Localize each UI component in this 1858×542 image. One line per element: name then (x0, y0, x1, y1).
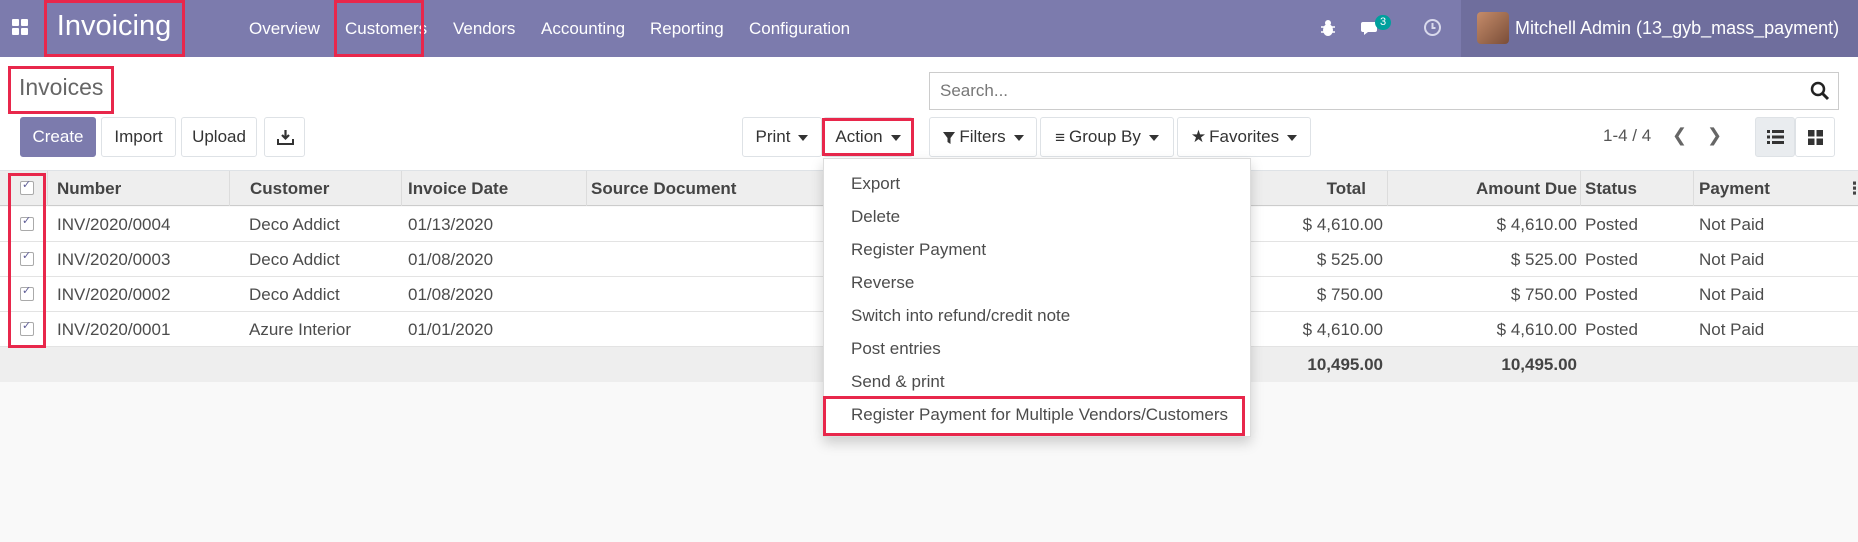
cell-status: Posted (1585, 250, 1638, 269)
cell-amount-due: $ 4,610.00 (1496, 320, 1577, 339)
row-checkbox[interactable] (20, 249, 34, 266)
header-status[interactable]: Status (1585, 171, 1637, 206)
cell-date: 01/01/2020 (408, 320, 494, 339)
cell-payment: Not Paid (1699, 250, 1765, 269)
cell-amount-due: $ 750.00 (1510, 285, 1577, 304)
filter-icon (943, 131, 956, 144)
menu-item-register-payment-multiple[interactable]: Register Payment for Multiple Vendors/Cu… (851, 398, 1228, 431)
cell-number: INV/2020/0004 (57, 215, 171, 234)
cell-date: 01/08/2020 (408, 285, 494, 304)
cell-number: INV/2020/0001 (57, 320, 171, 339)
favorites-button[interactable]: ★ Favorites (1177, 117, 1311, 157)
cell-total: $ 4,610.00 (1302, 320, 1383, 339)
header-invoice-date[interactable]: Invoice Date (408, 171, 508, 206)
cell-amount-due: $ 4,610.00 (1496, 215, 1577, 234)
print-button[interactable]: Print (742, 117, 822, 157)
menu-item-post-entries[interactable]: Post entries (851, 332, 941, 365)
kanban-view-icon (1808, 130, 1823, 145)
menu-configuration[interactable]: Configuration (749, 0, 850, 57)
row-checkbox[interactable] (20, 319, 34, 336)
filters-button[interactable]: Filters (929, 117, 1037, 157)
menu-vendors[interactable]: Vendors (453, 0, 515, 57)
kanban-view-button[interactable] (1795, 117, 1835, 157)
search-input[interactable] (940, 73, 1790, 109)
search-icon[interactable] (1810, 81, 1830, 101)
header-number[interactable]: Number (57, 171, 121, 206)
list-view-button[interactable] (1755, 117, 1795, 157)
download-icon (277, 130, 294, 145)
footer-total: 10,495.00 (1307, 355, 1383, 374)
star-icon: ★ (1190, 127, 1207, 146)
cell-total: $ 525.00 (1316, 250, 1383, 269)
header-amount-due[interactable]: Amount Due (1395, 171, 1577, 206)
header-total[interactable]: Total (1250, 171, 1366, 206)
menu-accounting[interactable]: Accounting (541, 0, 625, 57)
action-button[interactable]: Action (823, 117, 913, 157)
pager-previous-icon[interactable]: ❮ (1672, 125, 1687, 146)
row-checkbox[interactable] (20, 284, 34, 301)
menu-item-register-payment[interactable]: Register Payment (851, 233, 986, 266)
cell-customer: Deco Addict (249, 285, 340, 304)
top-navbar: Invoicing Overview Customers Vendors Acc… (0, 0, 1858, 90)
bug-icon[interactable] (1320, 19, 1336, 37)
download-button[interactable] (264, 117, 305, 157)
menu-customers[interactable]: Customers (345, 0, 427, 57)
cell-payment: Not Paid (1699, 215, 1765, 234)
cell-amount-due: $ 525.00 (1510, 250, 1577, 269)
row-checkbox[interactable] (20, 214, 34, 231)
cell-customer: Deco Addict (249, 215, 340, 234)
cell-total: $ 4,610.00 (1302, 215, 1383, 234)
group-by-button[interactable]: ≡ Group By (1040, 117, 1174, 157)
cell-number: INV/2020/0002 (57, 285, 171, 304)
menu-reporting[interactable]: Reporting (650, 0, 724, 57)
message-count-badge: 3 (1375, 15, 1392, 30)
menu-item-export[interactable]: Export (851, 167, 900, 200)
clock-icon[interactable] (1423, 18, 1442, 37)
cell-customer: Azure Interior (249, 320, 352, 339)
column-options-icon[interactable]: ⋮ (1846, 171, 1858, 206)
avatar[interactable] (1477, 12, 1509, 44)
menu-item-send-print[interactable]: Send & print (851, 365, 945, 398)
group-by-icon: ≡ (1055, 127, 1066, 147)
cell-date: 01/13/2020 (408, 215, 494, 234)
search-box (929, 72, 1839, 110)
page-title: Invoices (19, 74, 104, 100)
apps-grid-icon[interactable] (12, 19, 29, 36)
cell-status: Posted (1585, 285, 1638, 304)
select-all-checkbox[interactable] (20, 178, 34, 195)
pager-value[interactable]: 1-4 / 4 (1603, 126, 1651, 146)
list-view-icon (1767, 130, 1784, 144)
menu-item-reverse[interactable]: Reverse (851, 266, 914, 299)
menu-overview[interactable]: Overview (249, 0, 320, 57)
header-payment[interactable]: Payment (1699, 171, 1770, 206)
menu-item-switch-refund[interactable]: Switch into refund/credit note (851, 299, 1070, 332)
import-button[interactable]: Import (101, 117, 176, 157)
create-button[interactable]: Create (20, 117, 96, 157)
cell-status: Posted (1585, 215, 1638, 234)
header-source-document[interactable]: Source Document (591, 171, 736, 206)
action-dropdown-menu: Export Delete Register Payment Reverse S… (823, 158, 1251, 437)
menu-item-delete[interactable]: Delete (851, 200, 900, 233)
footer-amount-due: 10,495.00 (1501, 355, 1577, 374)
header-customer[interactable]: Customer (250, 171, 329, 206)
cell-status: Posted (1585, 320, 1638, 339)
upload-button[interactable]: Upload (181, 117, 257, 157)
cell-payment: Not Paid (1699, 285, 1765, 304)
cell-number: INV/2020/0003 (57, 250, 171, 269)
cell-payment: Not Paid (1699, 320, 1765, 339)
cell-customer: Deco Addict (249, 250, 340, 269)
cell-total: $ 750.00 (1316, 285, 1383, 304)
cell-date: 01/08/2020 (408, 250, 494, 269)
pager-next-icon[interactable]: ❯ (1707, 125, 1722, 146)
app-brand[interactable]: Invoicing (44, 0, 184, 57)
